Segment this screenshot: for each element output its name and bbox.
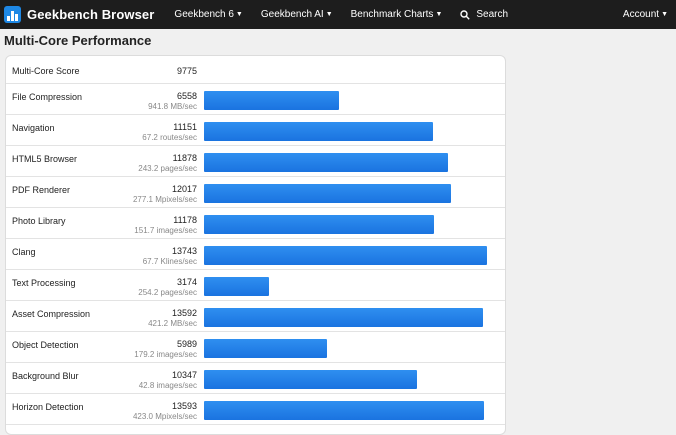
benchmark-score: 10347 xyxy=(171,370,197,380)
table-row: HTML5 Browser 11878 243.2 pages/sec xyxy=(6,146,505,177)
benchmark-score: 13592 xyxy=(171,308,197,318)
score-bar xyxy=(204,277,269,296)
score-bar xyxy=(204,339,327,358)
benchmark-score: 11878 xyxy=(172,153,197,163)
benchmark-rate: 421.2 MB/sec xyxy=(148,319,197,328)
search-link[interactable]: Search xyxy=(460,9,508,20)
benchmark-name: Text Processing xyxy=(12,278,76,288)
brand-link[interactable]: Geekbench Browser xyxy=(4,6,154,23)
table-row: Text Processing 3174 254.2 pages/sec xyxy=(6,270,505,301)
score-bar xyxy=(204,308,483,327)
benchmark-name: Horizon Detection xyxy=(12,402,84,412)
benchmark-score: 3174 xyxy=(176,277,197,287)
score-bar xyxy=(204,122,433,141)
caret-down-icon: ▼ xyxy=(325,11,333,18)
benchmark-rate: 151.7 images/sec xyxy=(134,226,197,235)
score-bar xyxy=(204,153,448,172)
benchmark-score: 11178 xyxy=(173,215,197,225)
benchmark-rate: 277.1 Mpixels/sec xyxy=(132,195,197,204)
nav-item-geekbench-6[interactable]: Geekbench 6 ▼ xyxy=(174,9,242,20)
table-row: Object Detection 5989 179.2 images/sec xyxy=(6,332,505,363)
caret-down-icon: ▼ xyxy=(435,11,443,18)
benchmark-name: HTML5 Browser xyxy=(12,154,78,164)
benchmark-score: 11151 xyxy=(173,122,197,132)
geekbench-logo-icon xyxy=(4,6,21,23)
table-row: Asset Compression 13592 421.2 MB/sec xyxy=(6,301,505,332)
benchmark-score: 5989 xyxy=(176,339,197,349)
table-row: Clang 13743 67.7 Klines/sec xyxy=(6,239,505,270)
score-bar xyxy=(204,91,339,110)
score-label: Multi-Core Score xyxy=(12,66,80,76)
benchmark-name: PDF Renderer xyxy=(12,185,71,195)
benchmark-rate: 243.2 pages/sec xyxy=(138,164,197,173)
table-row: File Compression 6558 941.8 MB/sec xyxy=(6,84,505,115)
benchmark-rate: 941.8 MB/sec xyxy=(148,102,197,111)
benchmark-name: Asset Compression xyxy=(12,309,91,319)
benchmark-rate: 42.8 images/sec xyxy=(138,381,197,390)
brand-name: Geekbench Browser xyxy=(27,7,155,22)
page-title: Multi-Core Performance xyxy=(4,33,152,48)
score-bar xyxy=(204,184,451,203)
score-bar xyxy=(204,370,417,389)
benchmark-name: File Compression xyxy=(12,92,83,102)
benchmark-score: 13743 xyxy=(171,246,197,256)
benchmark-score: 6558 xyxy=(176,91,197,101)
benchmark-rate: 67.7 Klines/sec xyxy=(142,257,197,266)
score-bar xyxy=(204,401,484,420)
table-row: Horizon Detection 13593 423.0 Mpixels/sec xyxy=(6,394,505,425)
benchmark-name: Background Blur xyxy=(12,371,79,381)
account-menu[interactable]: Account ▼ xyxy=(623,9,668,20)
benchmark-name: Navigation xyxy=(12,123,55,133)
benchmark-rate: 179.2 images/sec xyxy=(134,350,197,359)
benchmark-name: Photo Library xyxy=(12,216,66,226)
nav-item-benchmark-charts[interactable]: Benchmark Charts ▼ xyxy=(351,9,443,20)
search-icon xyxy=(460,9,471,20)
nav-menu: Geekbench 6 ▼ Geekbench AI ▼ Benchmark Cha… xyxy=(174,9,526,20)
score-bar xyxy=(204,215,434,234)
caret-down-icon: ▼ xyxy=(235,11,243,18)
caret-down-icon: ▼ xyxy=(661,11,668,18)
benchmark-rate: 67.2 routes/sec xyxy=(142,133,197,142)
score-row: Multi-Core Score 9775 xyxy=(6,56,505,84)
score-bar xyxy=(204,246,487,265)
benchmark-name: Object Detection xyxy=(12,340,79,350)
table-row: Navigation 11151 67.2 routes/sec xyxy=(6,115,505,146)
benchmark-score: 13593 xyxy=(171,401,197,411)
score-value: 9775 xyxy=(176,66,197,76)
benchmark-rate: 254.2 pages/sec xyxy=(138,288,197,297)
table-row: Background Blur 10347 42.8 images/sec xyxy=(6,363,505,394)
nav-item-geekbench-ai[interactable]: Geekbench AI ▼ xyxy=(261,9,333,20)
table-row: Photo Library 11178 151.7 images/sec xyxy=(6,208,505,239)
benchmark-name: Clang xyxy=(12,247,36,257)
results-table: Multi-Core Score 9775 File Compression 65… xyxy=(5,55,506,435)
table-row: PDF Renderer 12017 277.1 Mpixels/sec xyxy=(6,177,505,208)
top-navbar: Geekbench Browser Geekbench 6 ▼ Geekbench… xyxy=(0,0,676,29)
benchmark-score: 12017 xyxy=(171,184,197,194)
